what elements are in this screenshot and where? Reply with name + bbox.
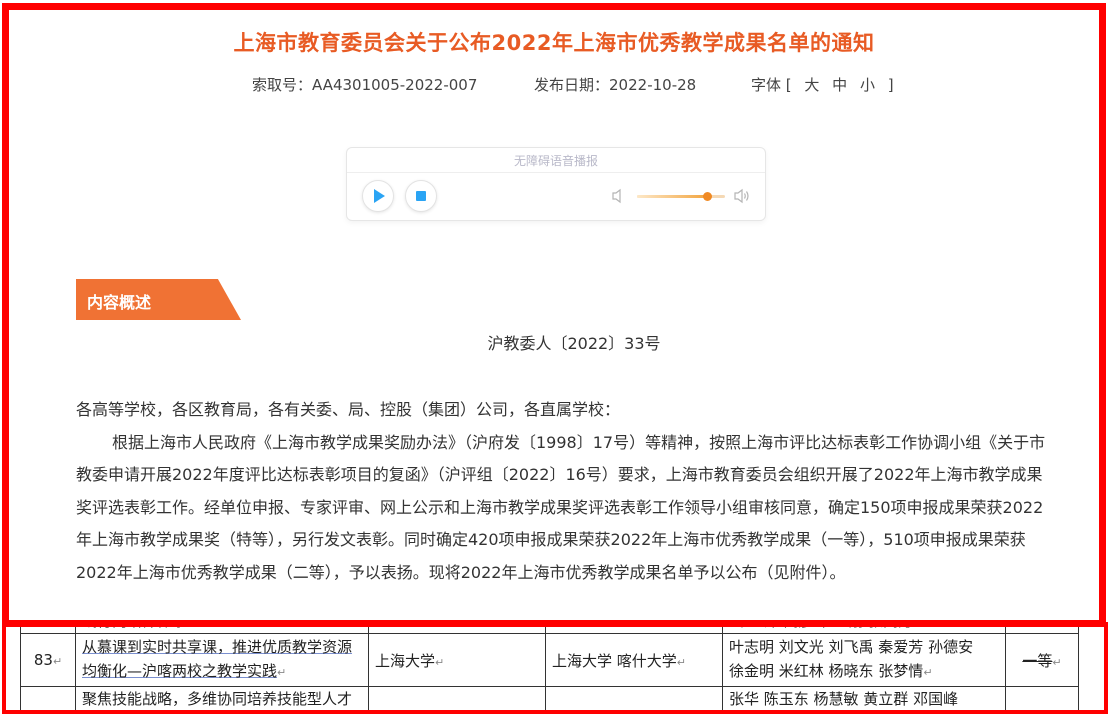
- index-number: 索取号：AA4301005-2022-007: [252, 74, 477, 95]
- table-cell-people: 叶志明 刘文光 刘飞禹 秦爱芳 孙德安 徐金明 米红林 杨晓东 张梦情↵: [722, 633, 1006, 687]
- table-cell-people: 张华 陈玉东 杨慧敏 黄立群 邓国峰: [722, 686, 1006, 712]
- player-divider: [347, 172, 765, 173]
- audio-player: 无障碍语音播报: [346, 147, 766, 221]
- date-label: 发布日期：: [534, 76, 610, 94]
- player-title: 无障碍语音播报: [513, 154, 598, 168]
- table-cell-unit: [368, 686, 546, 712]
- volume-high-icon[interactable]: [733, 188, 751, 204]
- table-cell-coop: 上海大学 喀什大学↵: [545, 633, 723, 687]
- salutation: 各高等学校，各区教育局，各有关委、局、控股（集团）公司，各直属学校：: [76, 400, 621, 419]
- table-cell-title: 聚焦技能战略，多维协同培养技能型人才: [75, 686, 369, 712]
- play-button[interactable]: [362, 180, 394, 212]
- body-paragraph: 根据上海市人民政府《上海市教学成果奖励办法》（沪府发〔1998〕17号）等精神，…: [76, 432, 1046, 582]
- result-table: 践行两培养体系 云 王萍 高彦峰 王刚 张闯芳 83↵ 从慕课到实时共享课，推进…: [20, 610, 1079, 712]
- section-tag-label: 内容概述: [87, 293, 152, 312]
- volume-fill: [637, 195, 708, 198]
- result-table-strip: 践行两培养体系 云 王萍 高彦峰 王刚 张闯芳 83↵ 从慕课到实时共享课，推进…: [8, 610, 1104, 716]
- table-cell-unit: 上海大学↵: [368, 633, 546, 687]
- table-cell-coop: [545, 686, 723, 712]
- table-row: 83↵ 从慕课到实时共享课，推进优质教学资源 均衡化—沪喀两校之教学实践↵ 上海…: [20, 633, 1079, 687]
- table-cell-title: 从慕课到实时共享课，推进优质教学资源 均衡化—沪喀两校之教学实践↵: [75, 633, 369, 687]
- stop-button[interactable]: [405, 180, 437, 212]
- section-tag: 内容概述: [76, 279, 241, 320]
- article-panel: 上海市教育委员会关于公布2022年上海市优秀教学成果名单的通知 索取号：AA43…: [9, 10, 1099, 620]
- document-body: 各高等学校，各区教育局，各有关委、局、控股（集团）公司，各直属学校： 根据上海市…: [76, 394, 1046, 589]
- volume-slider[interactable]: [637, 192, 725, 201]
- font-size-options[interactable]: [ 大 中 小 ]: [786, 76, 898, 94]
- date-value: 2022-10-28: [609, 76, 697, 94]
- table-row: 聚焦技能战略，多维协同培养技能型人才 张华 陈玉东 杨慧敏 黄立群 邓国峰: [20, 686, 1079, 712]
- table-cell-no: 83↵: [20, 633, 76, 687]
- volume-knob[interactable]: [703, 192, 713, 201]
- index-value: AA4301005-2022-007: [312, 76, 478, 94]
- document-number: 沪教委人〔2022〕33号: [487, 334, 661, 353]
- index-label: 索取号：: [252, 76, 313, 94]
- table-cell-no: [20, 686, 76, 712]
- publish-date: 发布日期：2022-10-28: [534, 74, 696, 95]
- volume-low-icon[interactable]: [611, 188, 629, 204]
- table-cell-level: [1005, 686, 1079, 712]
- font-size-label: 字体: [751, 76, 782, 94]
- table-cell-level: 一等↵: [1005, 633, 1079, 687]
- page-title: 上海市教育委员会关于公布2022年上海市优秀教学成果名单的通知: [233, 31, 875, 55]
- font-size-switcher[interactable]: 字体 [ 大 中 小 ]: [751, 74, 898, 95]
